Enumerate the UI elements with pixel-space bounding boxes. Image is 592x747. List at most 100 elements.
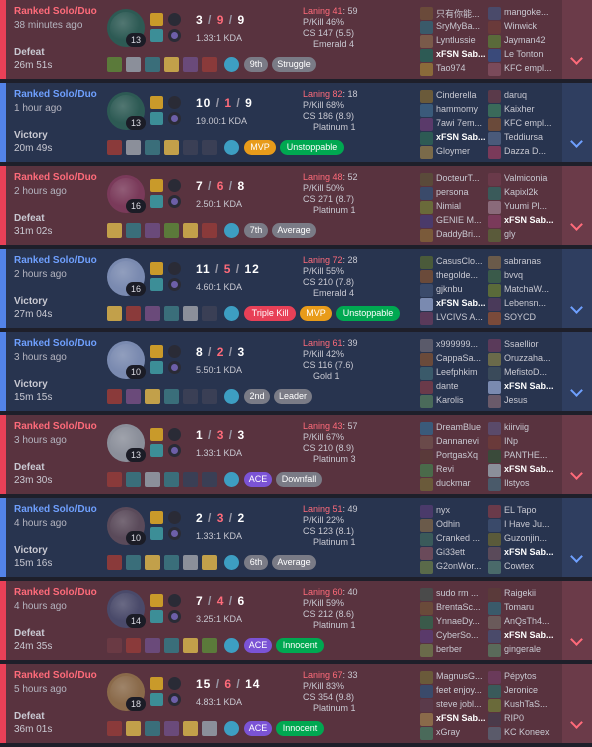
player-entry[interactable]: Raigekii — [488, 587, 560, 601]
player-name[interactable]: Cinderella — [436, 90, 492, 100]
player-entry[interactable]: KC Koneex — [488, 726, 560, 740]
player-name[interactable]: Jeronice — [504, 685, 560, 695]
item-slot-6-icon[interactable] — [202, 223, 217, 238]
player-name[interactable]: MefistoD... — [504, 367, 560, 377]
secondary-rune-icon[interactable] — [168, 29, 181, 42]
player-name[interactable]: DreamBlue — [436, 422, 492, 432]
expand-button[interactable] — [562, 83, 592, 164]
expand-button[interactable] — [562, 0, 592, 81]
player-name[interactable]: gingerale — [504, 644, 560, 654]
item-slot-3-icon[interactable] — [145, 223, 160, 238]
player-name[interactable]: bvvq — [504, 270, 560, 280]
trinket-icon[interactable] — [224, 555, 239, 570]
item-slot-1-icon[interactable] — [107, 389, 122, 404]
summoner-spell-2-icon[interactable] — [150, 278, 163, 291]
trinket-icon[interactable] — [224, 721, 239, 736]
player-entry[interactable]: DocteurT... — [420, 172, 492, 186]
player-name[interactable]: CappaSa... — [436, 353, 492, 363]
secondary-rune-icon[interactable] — [168, 444, 181, 457]
player-entry[interactable]: Guzonjin... — [488, 532, 560, 546]
player-name[interactable]: Cowtex — [504, 561, 560, 571]
player-entry[interactable]: MagnusG... — [420, 670, 492, 684]
item-slot-5-icon[interactable] — [183, 472, 198, 487]
trinket-icon[interactable] — [224, 389, 239, 404]
player-entry[interactable]: mangoke... — [488, 6, 560, 20]
item-slot-5-icon[interactable] — [183, 721, 198, 736]
secondary-rune-icon[interactable] — [168, 527, 181, 540]
player-entry[interactable]: gingerale — [488, 643, 560, 657]
player-name[interactable]: LVCIVS A... — [436, 312, 492, 322]
item-slot-4-icon[interactable] — [164, 389, 179, 404]
summoner-spell-2-icon[interactable] — [150, 112, 163, 125]
player-entry[interactable]: dante — [420, 380, 492, 394]
player-name[interactable]: xFSN Sab... — [504, 630, 560, 640]
player-entry[interactable]: Yuumi Pl... — [488, 200, 560, 214]
player-name[interactable]: Gloymer — [436, 146, 492, 156]
keystone-rune-icon[interactable] — [168, 96, 181, 109]
player-name[interactable]: DaddyBri... — [436, 229, 492, 239]
match-row[interactable]: Ranked Solo/Duo 1 hour ago Victory 20m 4… — [0, 83, 592, 164]
player-entry[interactable]: x999999... — [420, 338, 492, 352]
player-name[interactable]: xFSN Sab... — [436, 298, 492, 308]
keystone-rune-icon[interactable] — [168, 345, 181, 358]
player-name[interactable]: KFC empl... — [504, 63, 560, 73]
player-entry[interactable]: SOYCD — [488, 311, 560, 325]
player-entry[interactable]: xFSN Sab... — [420, 297, 492, 311]
player-name[interactable]: xFSN Sab... — [504, 381, 560, 391]
item-slot-1-icon[interactable] — [107, 555, 122, 570]
player-name[interactable]: EL Tapo — [504, 505, 560, 515]
player-entry[interactable]: daruq — [488, 89, 560, 103]
player-entry[interactable]: KushTaS... — [488, 698, 560, 712]
player-name[interactable]: PANTHE... — [504, 450, 560, 460]
player-name[interactable]: Teddiursa — [504, 132, 560, 142]
player-entry[interactable]: gly — [488, 228, 560, 242]
player-name[interactable]: xFSN Sab... — [436, 713, 492, 723]
player-name[interactable]: kiirviig — [504, 422, 560, 432]
player-name[interactable]: Nimial — [436, 201, 492, 211]
player-entry[interactable]: MatchaW... — [488, 283, 560, 297]
secondary-rune-icon[interactable] — [168, 112, 181, 125]
player-name[interactable]: RIP0 — [504, 713, 560, 723]
item-slot-6-icon[interactable] — [202, 389, 217, 404]
item-slot-1-icon[interactable] — [107, 223, 122, 238]
item-slot-4-icon[interactable] — [164, 223, 179, 238]
match-row[interactable]: Ranked Solo/Duo 4 hours ago Victory 15m … — [0, 498, 592, 579]
player-name[interactable]: Valmiconia — [504, 173, 560, 183]
player-entry[interactable]: AnQsTh4... — [488, 615, 560, 629]
player-name[interactable]: Karolis — [436, 395, 492, 405]
player-name[interactable]: xFSN Sab... — [504, 464, 560, 474]
player-name[interactable]: PortgasXq — [436, 450, 492, 460]
player-name[interactable]: CyberSo... — [436, 630, 492, 640]
secondary-rune-icon[interactable] — [168, 195, 181, 208]
player-name[interactable]: Lebensn... — [504, 298, 560, 308]
keystone-rune-icon[interactable] — [168, 13, 181, 26]
player-entry[interactable]: Jesus — [488, 394, 560, 408]
player-entry[interactable]: sabranas — [488, 255, 560, 269]
player-entry[interactable]: Valmiconia — [488, 172, 560, 186]
player-name[interactable]: duckmar — [436, 478, 492, 488]
player-name[interactable]: dante — [436, 381, 492, 391]
player-name[interactable]: Le Tonton — [504, 49, 560, 59]
player-name[interactable]: mangoke... — [504, 7, 560, 17]
player-name[interactable]: MagnusG... — [436, 671, 492, 681]
trinket-icon[interactable] — [224, 223, 239, 238]
trinket-icon[interactable] — [224, 638, 239, 653]
item-slot-6-icon[interactable] — [202, 57, 217, 72]
player-entry[interactable]: Odhin — [420, 518, 492, 532]
player-entry[interactable]: Karolis — [420, 394, 492, 408]
match-row[interactable]: Ranked Solo/Duo 4 hours ago Defeat 24m 3… — [0, 581, 592, 662]
player-entry[interactable]: sudo rm ... — [420, 587, 492, 601]
player-name[interactable]: Kapixl2k — [504, 187, 560, 197]
player-name[interactable]: Dazza D... — [504, 146, 560, 156]
trinket-icon[interactable] — [224, 57, 239, 72]
item-slot-3-icon[interactable] — [145, 57, 160, 72]
player-name[interactable]: xFSN Sab... — [436, 132, 492, 142]
item-slot-1-icon[interactable] — [107, 721, 122, 736]
player-entry[interactable]: PANTHE... — [488, 449, 560, 463]
player-name[interactable]: Gi33ett — [436, 547, 492, 557]
summoner-spell-1-icon[interactable] — [150, 511, 163, 524]
item-slot-3-icon[interactable] — [145, 306, 160, 321]
player-entry[interactable]: Tomaru — [488, 601, 560, 615]
player-name[interactable]: Jesus — [504, 395, 560, 405]
item-slot-2-icon[interactable] — [126, 306, 141, 321]
